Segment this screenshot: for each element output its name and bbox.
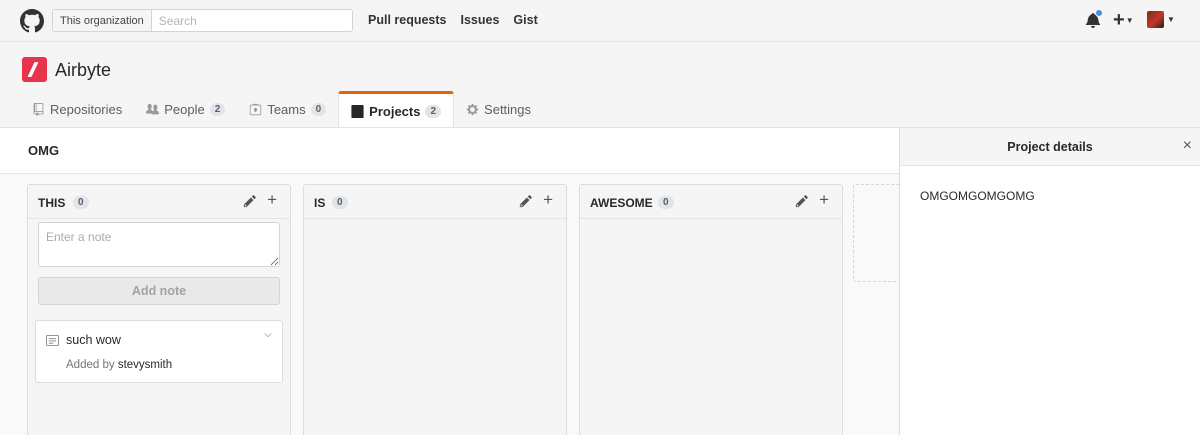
tab-label: Repositories	[50, 102, 123, 117]
tab-settings[interactable]: Settings	[454, 91, 543, 128]
search-box: This organization	[52, 9, 353, 32]
column-title: AWESOME	[590, 196, 653, 210]
user-menu[interactable]: ▼	[1147, 11, 1175, 28]
org-logo[interactable]	[22, 57, 47, 82]
panel-title: Project details	[1007, 140, 1093, 154]
column-title: IS	[314, 196, 326, 210]
search-scope-label[interactable]: This organization	[53, 10, 152, 31]
column-title: THIS	[38, 196, 66, 210]
card-meta: Added by stevysmith	[66, 359, 172, 371]
tab-teams[interactable]: Teams 0	[237, 91, 338, 128]
tab-label: People	[164, 102, 205, 117]
note-input[interactable]	[38, 222, 280, 267]
tab-people[interactable]: People 2	[134, 91, 237, 128]
tab-label: Teams	[267, 102, 306, 117]
header-nav: Pull requests Issues Gist	[368, 13, 538, 27]
column-header: IS 0 +	[304, 185, 566, 219]
nav-gist[interactable]: Gist	[513, 13, 537, 27]
project-column: IS 0 +	[303, 184, 567, 435]
card-meta-prefix: Added by	[66, 359, 115, 371]
add-card-icon[interactable]: +	[819, 191, 829, 209]
nav-issues[interactable]: Issues	[461, 13, 500, 27]
project-column: THIS 0 + Add note such wow Added by stev…	[27, 184, 291, 435]
notification-dot	[1095, 9, 1103, 17]
project-icon	[351, 105, 364, 118]
tab-count: 0	[310, 103, 327, 116]
add-column-placeholder[interactable]	[853, 184, 900, 282]
caret-down-icon: ▼	[1125, 15, 1134, 25]
plus-icon: +	[1113, 9, 1125, 31]
card-author[interactable]: stevysmith	[118, 359, 172, 371]
note-icon	[46, 335, 59, 346]
pencil-icon[interactable]	[243, 194, 257, 208]
column-header: THIS 0 +	[28, 185, 290, 219]
teams-icon	[250, 103, 262, 116]
note-card[interactable]: such wow Added by stevysmith ⌵	[35, 320, 283, 383]
project-column: AWESOME 0 +	[579, 184, 843, 435]
caret-down-icon: ▼	[1167, 15, 1175, 24]
tab-count: 2	[209, 103, 226, 116]
add-card-icon[interactable]: +	[543, 191, 553, 209]
add-note-button[interactable]: Add note	[38, 277, 280, 305]
pencil-icon[interactable]	[795, 194, 809, 208]
panel-header: Project details ×	[900, 128, 1200, 166]
search-input[interactable]	[151, 10, 352, 31]
pencil-icon[interactable]	[519, 194, 533, 208]
tab-repositories[interactable]: Repositories	[20, 91, 134, 128]
new-menu-button[interactable]: +▼	[1113, 9, 1134, 32]
github-logo-icon[interactable]	[20, 9, 44, 33]
add-card-icon[interactable]: +	[267, 191, 277, 209]
column-header: AWESOME 0 +	[580, 185, 842, 219]
column-count: 0	[658, 196, 674, 209]
tab-count: 2	[425, 105, 442, 118]
close-icon[interactable]: ×	[1183, 137, 1192, 155]
card-title: such wow	[66, 333, 121, 347]
chevron-down-icon[interactable]: ⌵	[264, 329, 272, 340]
project-title[interactable]: OMG	[28, 143, 59, 158]
project-description: OMGOMGOMGOMG	[920, 189, 1035, 203]
column-count: 0	[73, 196, 89, 209]
repo-icon	[33, 103, 44, 116]
project-details-panel: Project details × OMGOMGOMGOMG	[899, 128, 1200, 435]
tab-projects[interactable]: Projects 2	[338, 91, 455, 129]
tab-label: Settings	[484, 102, 532, 117]
people-icon	[146, 103, 160, 115]
org-name[interactable]: Airbyte	[55, 60, 111, 81]
org-tabs: Repositories People 2 Teams 0 Projects 2…	[20, 91, 543, 129]
gear-icon	[466, 103, 479, 116]
tab-label: Projects	[369, 104, 421, 119]
column-count: 0	[332, 196, 348, 209]
nav-pull-requests[interactable]: Pull requests	[368, 13, 447, 27]
avatar	[1147, 11, 1164, 28]
project-header: OMG	[0, 128, 900, 174]
